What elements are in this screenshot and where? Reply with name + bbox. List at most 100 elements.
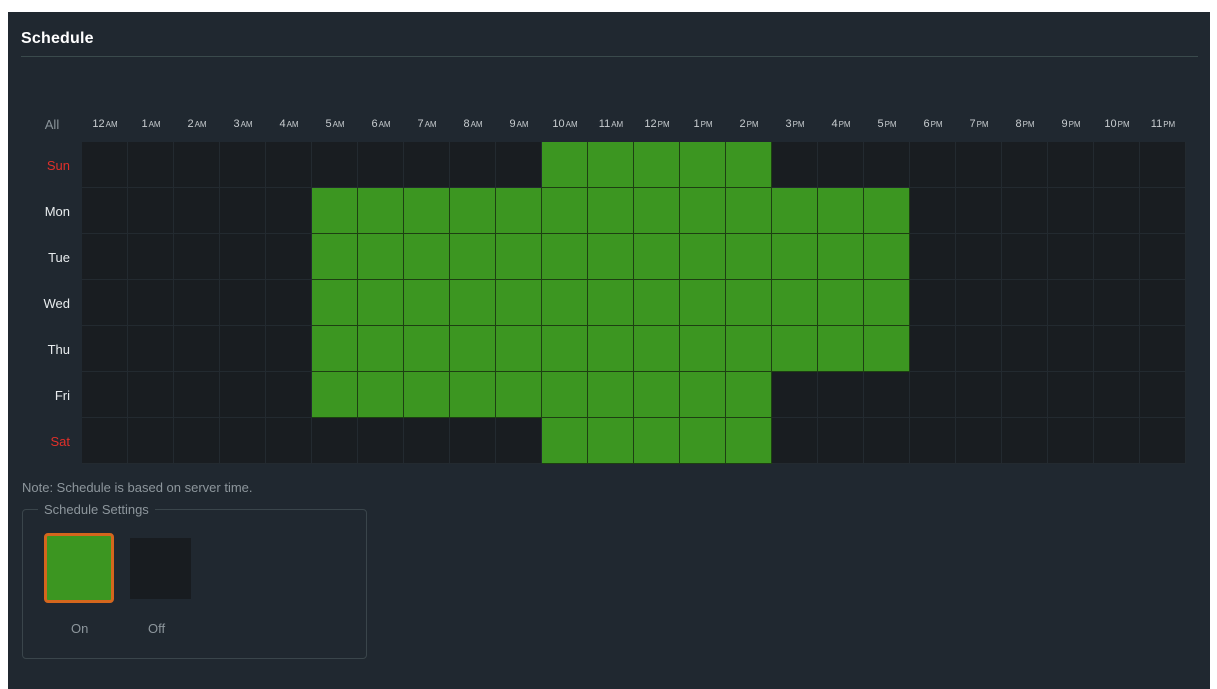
day-label-sun[interactable]: Sun [22, 142, 82, 188]
schedule-cell[interactable] [864, 280, 910, 326]
schedule-cell[interactable] [864, 188, 910, 234]
schedule-cell[interactable] [680, 142, 726, 188]
schedule-cell[interactable] [680, 418, 726, 464]
schedule-cell[interactable] [496, 234, 542, 280]
schedule-cell[interactable] [312, 188, 358, 234]
schedule-cell[interactable] [818, 280, 864, 326]
hour-header[interactable]: 6 PM [910, 106, 956, 142]
schedule-cell[interactable] [634, 142, 680, 188]
schedule-cell[interactable] [220, 280, 266, 326]
schedule-cell[interactable] [82, 280, 128, 326]
schedule-cell[interactable] [312, 326, 358, 372]
schedule-cell[interactable] [1002, 142, 1048, 188]
schedule-cell[interactable] [910, 418, 956, 464]
schedule-cell[interactable] [772, 326, 818, 372]
schedule-cell[interactable] [680, 372, 726, 418]
schedule-cell[interactable] [496, 280, 542, 326]
schedule-cell[interactable] [450, 234, 496, 280]
schedule-cell[interactable] [82, 326, 128, 372]
schedule-cell[interactable] [634, 280, 680, 326]
schedule-cell[interactable] [956, 142, 1002, 188]
schedule-cell[interactable] [358, 188, 404, 234]
hour-header[interactable]: 9 PM [1048, 106, 1094, 142]
schedule-cell[interactable] [726, 234, 772, 280]
schedule-cell[interactable] [312, 418, 358, 464]
schedule-cell[interactable] [312, 142, 358, 188]
schedule-cell[interactable] [174, 372, 220, 418]
schedule-cell[interactable] [910, 142, 956, 188]
schedule-cell[interactable] [128, 326, 174, 372]
schedule-cell[interactable] [680, 326, 726, 372]
schedule-cell[interactable] [312, 234, 358, 280]
schedule-cell[interactable] [404, 418, 450, 464]
schedule-cell[interactable] [588, 234, 634, 280]
select-all-button[interactable]: All [22, 106, 82, 142]
hour-header[interactable]: 7 AM [404, 106, 450, 142]
schedule-cell[interactable] [128, 280, 174, 326]
schedule-cell[interactable] [818, 234, 864, 280]
schedule-cell[interactable] [358, 234, 404, 280]
schedule-cell[interactable] [542, 326, 588, 372]
schedule-cell[interactable] [312, 280, 358, 326]
hour-header[interactable]: 8 PM [1002, 106, 1048, 142]
schedule-cell[interactable] [450, 280, 496, 326]
schedule-cell[interactable] [864, 326, 910, 372]
schedule-cell[interactable] [542, 234, 588, 280]
hour-header[interactable]: 10 PM [1094, 106, 1140, 142]
schedule-cell[interactable] [910, 372, 956, 418]
schedule-cell[interactable] [864, 142, 910, 188]
schedule-cell[interactable] [588, 372, 634, 418]
schedule-cell[interactable] [220, 326, 266, 372]
schedule-cell[interactable] [1094, 234, 1140, 280]
schedule-cell[interactable] [726, 280, 772, 326]
schedule-cell[interactable] [542, 280, 588, 326]
schedule-cell[interactable] [1002, 326, 1048, 372]
schedule-cell[interactable] [220, 234, 266, 280]
schedule-cell[interactable] [588, 326, 634, 372]
schedule-cell[interactable] [726, 372, 772, 418]
schedule-cell[interactable] [174, 188, 220, 234]
schedule-cell[interactable] [82, 188, 128, 234]
on-swatch[interactable] [44, 533, 114, 603]
schedule-cell[interactable] [82, 372, 128, 418]
schedule-cell[interactable] [266, 142, 312, 188]
schedule-cell[interactable] [220, 188, 266, 234]
schedule-cell[interactable] [266, 372, 312, 418]
schedule-cell[interactable] [174, 418, 220, 464]
schedule-cell[interactable] [1140, 142, 1186, 188]
schedule-cell[interactable] [588, 188, 634, 234]
day-label-sat[interactable]: Sat [22, 418, 82, 464]
schedule-cell[interactable] [220, 372, 266, 418]
schedule-cell[interactable] [1140, 188, 1186, 234]
hour-header[interactable]: 5 AM [312, 106, 358, 142]
off-swatch[interactable] [130, 538, 191, 599]
schedule-cell[interactable] [680, 234, 726, 280]
hour-header[interactable]: 4 PM [818, 106, 864, 142]
schedule-cell[interactable] [956, 372, 1002, 418]
schedule-cell[interactable] [588, 280, 634, 326]
schedule-cell[interactable] [588, 418, 634, 464]
schedule-cell[interactable] [956, 280, 1002, 326]
schedule-cell[interactable] [634, 188, 680, 234]
schedule-cell[interactable] [772, 188, 818, 234]
schedule-cell[interactable] [266, 326, 312, 372]
schedule-cell[interactable] [910, 280, 956, 326]
schedule-cell[interactable] [634, 418, 680, 464]
schedule-cell[interactable] [1002, 234, 1048, 280]
schedule-cell[interactable] [772, 142, 818, 188]
hour-header[interactable]: 5 PM [864, 106, 910, 142]
schedule-cell[interactable] [1094, 418, 1140, 464]
hour-header[interactable]: 3 AM [220, 106, 266, 142]
schedule-cell[interactable] [450, 372, 496, 418]
schedule-cell[interactable] [726, 142, 772, 188]
schedule-cell[interactable] [542, 188, 588, 234]
schedule-cell[interactable] [358, 326, 404, 372]
day-label-fri[interactable]: Fri [22, 372, 82, 418]
schedule-cell[interactable] [772, 372, 818, 418]
schedule-cell[interactable] [266, 188, 312, 234]
schedule-cell[interactable] [588, 142, 634, 188]
schedule-cell[interactable] [864, 418, 910, 464]
schedule-cell[interactable] [772, 234, 818, 280]
schedule-cell[interactable] [404, 142, 450, 188]
schedule-cell[interactable] [82, 418, 128, 464]
